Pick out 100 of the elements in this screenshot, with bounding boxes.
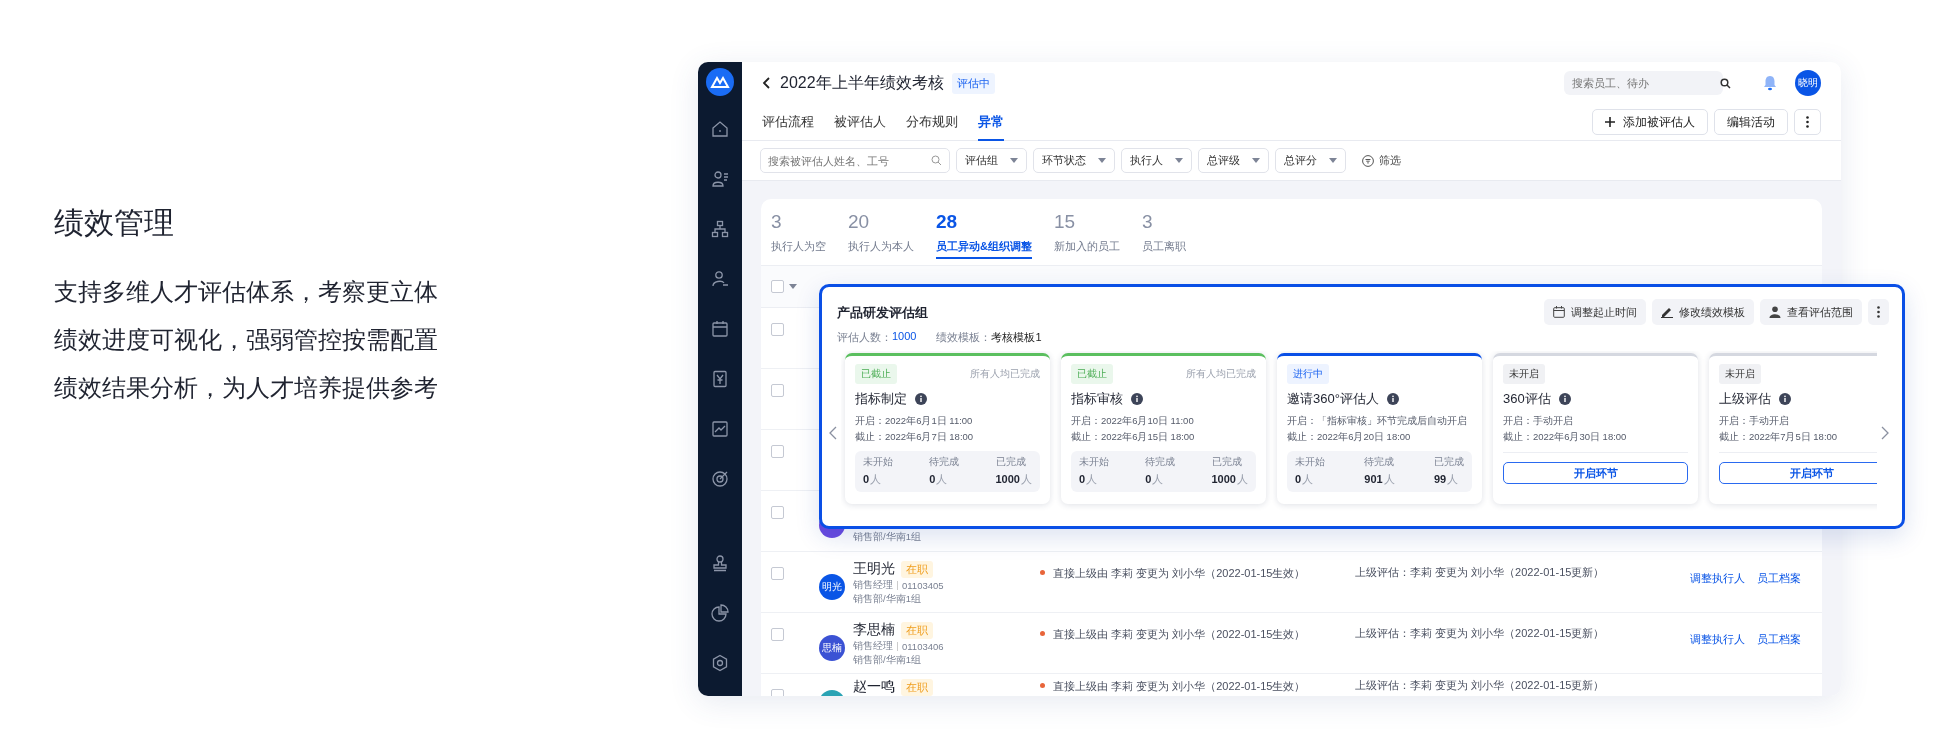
stage-name: 指标审核: [1071, 390, 1123, 408]
status-badge: 评估中: [951, 72, 995, 94]
employee-name: 赵一鸣: [853, 678, 895, 696]
stage-status-badge: 已截止: [1071, 364, 1113, 384]
more-button[interactable]: [1794, 109, 1821, 135]
status-badge: 在职: [901, 560, 933, 578]
stat-value: 0: [929, 473, 936, 485]
stage-name: 360评估: [1503, 390, 1551, 408]
more-button[interactable]: [1868, 299, 1889, 325]
user-avatar[interactable]: 晓明: [1795, 70, 1821, 96]
stat-label: 未开始: [1079, 456, 1109, 469]
deadline-text: 截止：2022年7月5日 18:00: [1719, 430, 1839, 444]
checkbox[interactable]: [771, 384, 784, 397]
unit-text: 人: [1302, 473, 1314, 485]
toolbar-button[interactable]: 修改绩效模板: [1652, 299, 1754, 325]
checkbox[interactable]: [771, 280, 784, 293]
edit-button[interactable]: 编辑活动: [1714, 109, 1788, 135]
start-time-text: 开启：手动开启: [1719, 414, 1790, 428]
checkbox[interactable]: [771, 323, 784, 336]
stage-status-badge: 进行中: [1287, 364, 1329, 384]
page-title: 2022年上半年绩效考核: [780, 72, 944, 93]
search-field[interactable]: 搜索被评估人姓名、工号: [760, 148, 950, 173]
start-stage-button[interactable]: 开启环节: [1719, 462, 1877, 484]
chart-document-icon[interactable]: [711, 420, 729, 438]
start-time-text: 开启：2022年6月1日 11:00: [855, 414, 974, 428]
stat-value: 901: [1364, 473, 1383, 485]
filter-dropdown[interactable]: 执行人: [1121, 148, 1192, 173]
target-icon[interactable]: [711, 470, 729, 488]
pie-chart-icon[interactable]: [711, 604, 729, 622]
stage-name: 上级评估: [1719, 390, 1771, 408]
department-text: 销售部/华南1组: [853, 593, 922, 606]
deadline-text: 截止：2022年6月20日 18:00: [1287, 430, 1412, 444]
feature-text: 绩效结果分析，为人才培养提供参考: [54, 373, 439, 403]
stat-label: 待完成: [1364, 456, 1395, 469]
stat-tab[interactable]: 3 员工离职: [1141, 199, 1186, 265]
stat-tab[interactable]: 15 新加入的员工: [1053, 199, 1120, 265]
record-text: 上级评估：李莉 变更为 刘小华（2022-01-15更新）: [1355, 627, 1605, 639]
action-link[interactable]: 调整执行人: [1690, 571, 1745, 612]
record-text: 上级评估：李莉 变更为 刘小华（2022-01-15更新）: [1355, 679, 1605, 691]
chevron-left-icon[interactable]: [829, 425, 837, 440]
stage-status-badge: 未开启: [1503, 364, 1545, 384]
info-icon: [1558, 393, 1571, 405]
change-text: 直接上级由 李莉 变更为 刘小华（2022-01-15生效）: [1053, 566, 1306, 581]
filter-dropdown[interactable]: 评估组: [956, 148, 1027, 173]
caret-icon: [1329, 158, 1337, 163]
filter-button[interactable]: 筛选: [1356, 152, 1407, 169]
home-icon[interactable]: [711, 120, 729, 138]
count-value: 1000: [892, 330, 917, 344]
calendar-icon: [1553, 306, 1565, 318]
filter-dropdown[interactable]: 总评级: [1198, 148, 1269, 173]
toolbar-button[interactable]: 调整起止时间: [1544, 299, 1646, 325]
checkbox[interactable]: [771, 628, 784, 641]
info-icon: [1131, 393, 1143, 405]
deadline-text: 截止：2022年6月7日 18:00: [855, 430, 975, 444]
stat-label: 未开始: [863, 456, 893, 469]
unit-text: 人: [1152, 473, 1164, 485]
tab[interactable]: 评估流程: [762, 103, 814, 141]
caret-icon: [789, 284, 797, 289]
hexagon-icon[interactable]: [711, 654, 729, 672]
start-time-text: 开启：2022年6月10日 11:00: [1071, 414, 1195, 428]
stat-tab[interactable]: 20 执行人为本人: [848, 199, 914, 265]
add-button[interactable]: 添加被评估人: [1592, 109, 1708, 135]
status-dot-icon: [1040, 570, 1045, 575]
back-chevron-icon[interactable]: [762, 77, 770, 89]
start-stage-button[interactable]: 开启环节: [1503, 462, 1688, 484]
checkbox[interactable]: [771, 445, 784, 458]
org-chart-icon[interactable]: [711, 220, 729, 238]
filter-dropdown[interactable]: 总评分: [1275, 148, 1346, 173]
action-link[interactable]: 员工档案: [1757, 571, 1801, 612]
yen-document-icon[interactable]: [711, 370, 729, 388]
department-text: 销售部/华南1组: [853, 654, 922, 667]
calendar-icon[interactable]: [711, 320, 729, 338]
stat-value: 0: [863, 473, 870, 485]
filter-dropdown[interactable]: 环节状态: [1033, 148, 1115, 173]
count-label: 评估人数：: [837, 330, 892, 345]
chevron-right-icon[interactable]: [1881, 425, 1889, 440]
logo-icon[interactable]: [706, 68, 734, 96]
tab[interactable]: 被评估人: [834, 103, 886, 141]
job-title: 销售经理: [853, 579, 893, 592]
employee-id: 01103406: [902, 641, 944, 652]
search-field[interactable]: 搜索员工、待办: [1564, 71, 1723, 95]
stamp-icon[interactable]: [711, 554, 729, 572]
unit-text: 人: [870, 473, 882, 485]
person-icon[interactable]: [711, 270, 729, 288]
stage-name: 邀请360°评估人: [1287, 390, 1379, 408]
stat-tab[interactable]: 3 执行人为空: [771, 199, 826, 265]
checkbox[interactable]: [771, 506, 784, 519]
stat-tab[interactable]: 28 员工异动&组织调整: [936, 199, 1032, 265]
employee-id: 01103405: [902, 580, 944, 591]
bell-icon[interactable]: [1763, 75, 1777, 91]
action-link[interactable]: 调整执行人: [1690, 632, 1745, 673]
tab[interactable]: 分布规则: [906, 103, 958, 141]
stat-value: 99: [1434, 473, 1447, 485]
checkbox[interactable]: [771, 567, 784, 580]
action-link[interactable]: 员工档案: [1757, 632, 1801, 673]
stat-label: 待完成: [1145, 456, 1176, 469]
person-list-icon[interactable]: [711, 170, 729, 188]
stage-name: 指标制定: [855, 390, 907, 408]
tab[interactable]: 异常: [978, 103, 1004, 141]
toolbar-button[interactable]: 查看评估范围: [1760, 299, 1862, 325]
